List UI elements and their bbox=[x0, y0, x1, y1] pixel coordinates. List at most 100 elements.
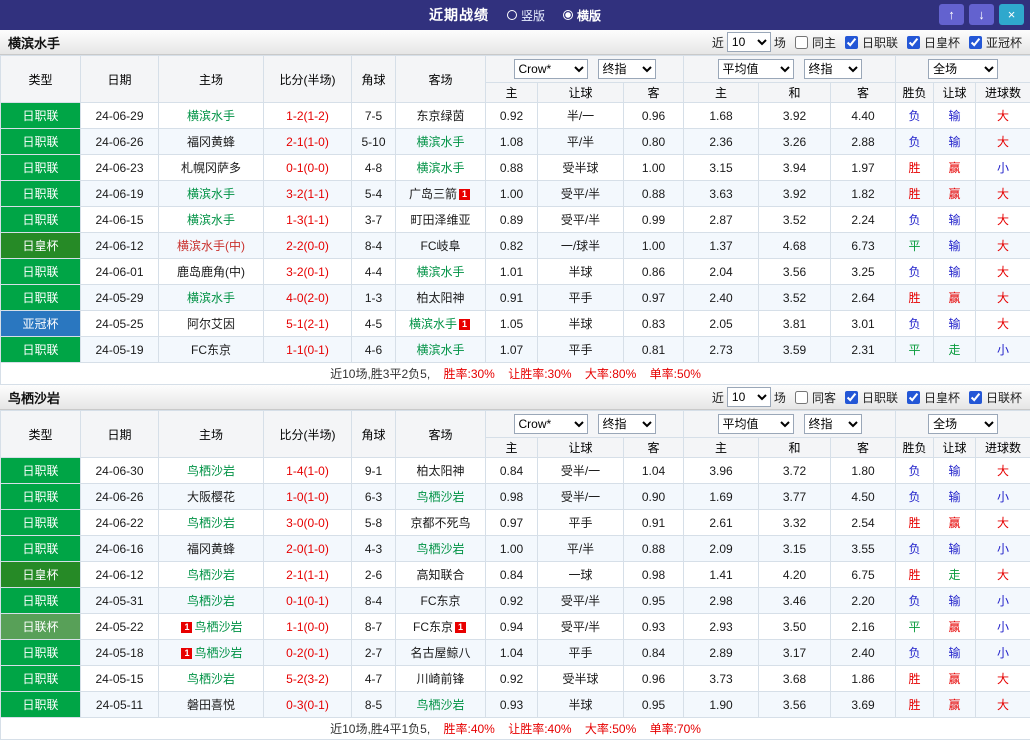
same-venue-filter[interactable]: 同主 bbox=[794, 34, 836, 51]
team-name[interactable]: 横滨水手 bbox=[409, 317, 457, 331]
team-name[interactable]: 横滨水手 bbox=[187, 109, 235, 123]
match-score[interactable]: 2-0(1-0) bbox=[286, 542, 329, 556]
match-score[interactable]: 1-4(1-0) bbox=[286, 464, 329, 478]
handicap-final-select[interactable]: 终指 bbox=[597, 59, 656, 79]
match-score[interactable]: 5-2(3-2) bbox=[286, 672, 329, 686]
average-select[interactable]: 平均值 bbox=[717, 414, 794, 434]
team-name[interactable]: 鸟栖沙岩 bbox=[187, 568, 235, 582]
bookmaker-select[interactable]: Crow* bbox=[513, 59, 588, 79]
league-filter-checkbox[interactable] bbox=[906, 35, 920, 49]
team-name[interactable]: 横滨水手 bbox=[416, 135, 464, 149]
team-name[interactable]: 广岛三箭 bbox=[409, 187, 457, 201]
league-filter-2[interactable]: 日皇杯 bbox=[906, 389, 960, 406]
team-name[interactable]: 川崎前锋 bbox=[416, 672, 464, 686]
match-score[interactable]: 5-1(2-1) bbox=[286, 317, 329, 331]
layout-radio-vertical[interactable]: 竖版 bbox=[506, 7, 545, 24]
team-name[interactable]: 名古屋鲸八 bbox=[410, 646, 470, 660]
match-score[interactable]: 0-3(0-1) bbox=[286, 698, 329, 712]
team-name[interactable]: 大阪樱花 bbox=[187, 490, 235, 504]
same-venue-filter[interactable]: 同客 bbox=[794, 389, 836, 406]
team-name[interactable]: 横滨水手 bbox=[416, 265, 464, 279]
same-venue-checkbox[interactable] bbox=[794, 390, 808, 404]
match-score[interactable]: 1-1(0-0) bbox=[286, 620, 329, 634]
team-name[interactable]: 鸟栖沙岩 bbox=[416, 542, 464, 556]
match-score[interactable]: 3-0(0-0) bbox=[286, 516, 329, 530]
league-filter-checkbox[interactable] bbox=[968, 35, 982, 49]
team-name[interactable]: FC东京 bbox=[421, 594, 461, 608]
match-score[interactable]: 1-2(1-2) bbox=[286, 109, 329, 123]
team-name[interactable]: 柏太阳神 bbox=[416, 464, 464, 478]
league-filter-3[interactable]: 日联杯 bbox=[968, 389, 1022, 406]
corners-cell: 2-7 bbox=[351, 639, 396, 666]
col-ah-home: 主 bbox=[485, 82, 538, 103]
europe-final-select[interactable]: 终指 bbox=[803, 414, 862, 434]
scroll-down-button[interactable]: ↓ bbox=[969, 4, 994, 25]
team-name[interactable]: 横滨水手 bbox=[187, 187, 235, 201]
match-score[interactable]: 2-1(1-1) bbox=[286, 568, 329, 582]
team-name[interactable]: 福冈黄蜂 bbox=[187, 542, 235, 556]
match-score[interactable]: 0-1(0-1) bbox=[286, 594, 329, 608]
league-filter-checkbox[interactable] bbox=[844, 390, 858, 404]
average-select[interactable]: 平均值 bbox=[717, 59, 794, 79]
match-row: 日职联 24-06-30 鸟栖沙岩 1-4(1-0) 9-1 柏太阳神 0.84 受半/一 1.… bbox=[0, 457, 1030, 484]
team-name[interactable]: FC东京 bbox=[413, 620, 453, 634]
eu-draw-odds: 3.77 bbox=[758, 483, 832, 510]
europe-final-select[interactable]: 终指 bbox=[803, 59, 862, 79]
team-name[interactable]: 横滨水手(中) bbox=[177, 239, 245, 253]
league-filter-3[interactable]: 亚冠杯 bbox=[968, 34, 1022, 51]
team-name[interactable]: 鸟栖沙岩 bbox=[416, 698, 464, 712]
team-name[interactable]: FC岐阜 bbox=[421, 239, 461, 253]
team-name[interactable]: 鹿岛鹿角(中) bbox=[177, 265, 245, 279]
close-button[interactable]: × bbox=[999, 4, 1024, 25]
match-count-select[interactable]: 10 bbox=[726, 32, 771, 52]
league-filter-checkbox[interactable] bbox=[906, 390, 920, 404]
layout-radio-horizontal[interactable]: 横版 bbox=[563, 7, 601, 24]
team-name[interactable]: 鸟栖沙岩 bbox=[187, 672, 235, 686]
team-name[interactable]: 横滨水手 bbox=[416, 343, 464, 357]
match-count-select[interactable]: 10 bbox=[726, 387, 771, 407]
team-name[interactable]: 町田泽维亚 bbox=[410, 213, 470, 227]
league-badge: 日职联 bbox=[0, 639, 81, 666]
match-score[interactable]: 3-2(1-1) bbox=[286, 187, 329, 201]
match-score[interactable]: 1-0(1-0) bbox=[286, 490, 329, 504]
match-score[interactable]: 0-2(0-1) bbox=[286, 646, 329, 660]
team-name[interactable]: 磐田喜悦 bbox=[187, 698, 235, 712]
team-name[interactable]: 横滨水手 bbox=[416, 161, 464, 175]
eu-draw-odds: 3.92 bbox=[758, 180, 832, 207]
team-name[interactable]: 阿尔艾因 bbox=[187, 317, 235, 331]
team-name[interactable]: 鸟栖沙岩 bbox=[194, 620, 242, 634]
team-name[interactable]: 鸟栖沙岩 bbox=[194, 646, 242, 660]
handicap-final-select[interactable]: 终指 bbox=[597, 414, 656, 434]
league-filter-1[interactable]: 日职联 bbox=[844, 34, 898, 51]
league-filter-checkbox[interactable] bbox=[844, 35, 858, 49]
team-name[interactable]: 鸟栖沙岩 bbox=[416, 490, 464, 504]
scope-select[interactable]: 全场 bbox=[928, 414, 999, 434]
match-score[interactable]: 3-2(0-1) bbox=[286, 265, 329, 279]
match-score[interactable]: 0-1(0-0) bbox=[286, 161, 329, 175]
match-score[interactable]: 2-2(0-0) bbox=[286, 239, 329, 253]
match-score[interactable]: 1-1(0-1) bbox=[286, 343, 329, 357]
team-name[interactable]: 札幌冈萨多 bbox=[181, 161, 241, 175]
match-score[interactable]: 2-1(1-0) bbox=[286, 135, 329, 149]
team-name[interactable]: 柏太阳神 bbox=[416, 291, 464, 305]
league-filter-checkbox[interactable] bbox=[968, 390, 982, 404]
team-name[interactable]: 横滨水手 bbox=[187, 291, 235, 305]
team-name[interactable]: 福冈黄蜂 bbox=[187, 135, 235, 149]
match-score[interactable]: 1-3(1-1) bbox=[286, 213, 329, 227]
team-name[interactable]: 高知联合 bbox=[416, 568, 464, 582]
team-name[interactable]: 鸟栖沙岩 bbox=[187, 594, 235, 608]
scroll-up-button[interactable]: ↑ bbox=[939, 4, 964, 25]
league-filter-2[interactable]: 日皇杯 bbox=[906, 34, 960, 51]
team-name[interactable]: 横滨水手 bbox=[187, 213, 235, 227]
team-name[interactable]: 京都不死鸟 bbox=[410, 516, 470, 530]
bookmaker-select[interactable]: Crow* bbox=[513, 414, 588, 434]
scope-select[interactable]: 全场 bbox=[928, 59, 999, 79]
team-name[interactable]: 东京绿茵 bbox=[416, 109, 464, 123]
team-name[interactable]: 鸟栖沙岩 bbox=[187, 516, 235, 530]
team-name[interactable]: FC东京 bbox=[191, 343, 231, 357]
team-name[interactable]: 鸟栖沙岩 bbox=[187, 464, 235, 478]
league-filter-1[interactable]: 日职联 bbox=[844, 389, 898, 406]
home-team-cell: 鸟栖沙岩 bbox=[158, 561, 264, 588]
same-venue-checkbox[interactable] bbox=[794, 35, 808, 49]
match-score[interactable]: 4-0(2-0) bbox=[286, 291, 329, 305]
